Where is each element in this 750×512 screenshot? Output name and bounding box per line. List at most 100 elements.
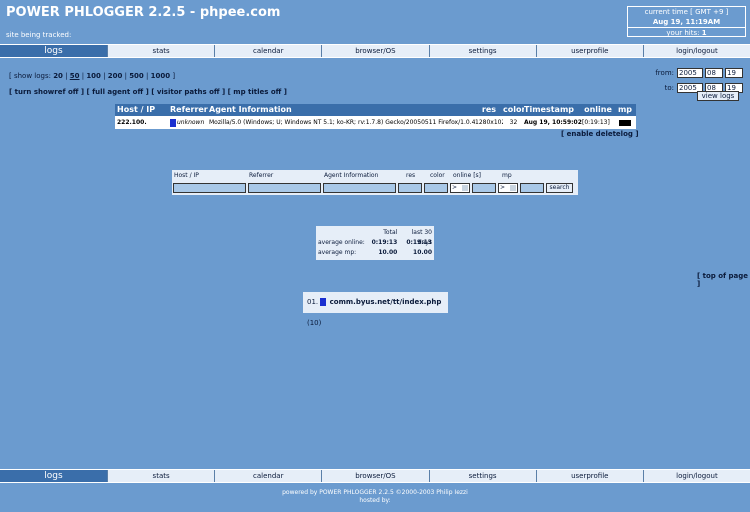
search-form: Host / IP Referrer Agent Information res…	[172, 170, 578, 195]
search-online-label: online [s]	[453, 172, 482, 179]
mp-bar-icon	[619, 119, 631, 126]
toggle-mp-titles[interactable]: [ mp titles off ]	[228, 88, 287, 96]
row-host[interactable]: 222.100.	[115, 116, 170, 129]
tab-stats[interactable]: stats	[108, 470, 216, 482]
avg-mp-30: 10.00	[413, 249, 432, 256]
avg-30-header: last 30 days	[411, 229, 432, 246]
tab-settings[interactable]: settings	[429, 45, 537, 57]
current-time-box: current time [ GMT +9 ] Aug 19, 11:19AM …	[627, 6, 746, 37]
search-mp-label: mp	[502, 172, 512, 179]
search-mp-input[interactable]	[520, 182, 544, 193]
show-logs-200[interactable]: 200	[108, 72, 123, 80]
search-online-operator[interactable]: >	[450, 182, 470, 193]
show-logs-label: [ show logs:	[9, 72, 51, 80]
col-referrer: Referrer	[170, 105, 208, 114]
col-res: res	[481, 105, 497, 114]
show-logs-100[interactable]: 100	[86, 72, 101, 80]
hits-counter: your hits: 1	[628, 27, 745, 38]
avg-mp-label: average mp:	[318, 249, 357, 256]
search-res-input[interactable]	[398, 182, 422, 193]
search-agent-label: Agent Information	[324, 172, 379, 179]
footer-credit: powered by POWER PHLOGGER 2.2.5 ©2000-20…	[282, 489, 468, 496]
from-label: from:	[655, 69, 674, 77]
show-logs-50[interactable]: 50	[70, 72, 80, 80]
row-online: [0:19:13]	[582, 119, 610, 126]
app-title: POWER PHLOGGER 2.2.5 - phpee.com	[6, 5, 281, 20]
col-color: color	[503, 105, 524, 114]
toggle-showref[interactable]: [ turn showref off ]	[9, 88, 84, 96]
view-logs-button[interactable]: view logs	[697, 91, 739, 101]
tab-login-logout[interactable]: login/logout	[643, 470, 750, 482]
from-day-field[interactable]: 19	[725, 68, 743, 78]
toggle-bar: [ turn showref off ] [ full agent off ] …	[9, 88, 287, 96]
current-time-label: current time [ GMT +9 ]	[644, 8, 729, 16]
show-logs-500[interactable]: 500	[129, 72, 144, 80]
tab-logs[interactable]: logs	[0, 470, 108, 482]
footer-hosted: hosted by:	[359, 497, 391, 504]
tab-calendar[interactable]: calendar	[215, 470, 323, 482]
tab-stats[interactable]: stats	[108, 45, 216, 57]
row-agent: Mozilla/5.0 (Windows; U; Windows NT 5.1;…	[209, 119, 475, 126]
col-online: online	[584, 105, 612, 114]
search-mp-operator[interactable]: >	[498, 182, 518, 193]
document-icon	[170, 118, 176, 127]
top-nav: logs stats calendar browser/OS settings …	[0, 44, 750, 58]
show-logs-close: ]	[172, 72, 176, 80]
row-referrer: unknown	[170, 116, 209, 129]
log-table: Host / IP Referrer Agent Information res…	[115, 104, 636, 129]
tab-logs[interactable]: logs	[0, 45, 108, 57]
tab-login-logout[interactable]: login/logout	[643, 45, 750, 57]
url-link[interactable]: comm.byus.net/tt/index.php	[330, 298, 442, 306]
tab-calendar[interactable]: calendar	[215, 45, 323, 57]
from-year-field[interactable]: 2005	[677, 68, 703, 78]
search-color-label: color	[430, 172, 445, 179]
toggle-visitor-paths[interactable]: [ visitor paths off ]	[151, 88, 225, 96]
search-color-input[interactable]	[424, 182, 448, 193]
row-color: 32	[509, 119, 518, 126]
url-rank: 01.	[307, 298, 319, 306]
from-month-field[interactable]: 08	[705, 68, 723, 78]
col-host: Host / IP	[117, 105, 156, 114]
site-tracked-label: site being tracked:	[6, 31, 72, 39]
search-button[interactable]: search	[546, 182, 573, 193]
enable-deletelog-link[interactable]: [ enable deletelog ]	[561, 130, 639, 138]
to-label: to:	[664, 84, 674, 92]
tab-userprofile[interactable]: userprofile	[536, 470, 644, 482]
avg-online-label: average online:	[318, 239, 365, 246]
row-timestamp: Aug 19, 10:59:02	[524, 119, 582, 126]
avg-online-30: 0:19:13	[406, 239, 432, 246]
row-referrer-text: unknown	[177, 119, 205, 126]
search-host-label: Host / IP	[174, 172, 199, 179]
tab-settings[interactable]: settings	[429, 470, 537, 482]
search-agent-input[interactable]	[323, 182, 396, 193]
table-row[interactable]: 222.100. unknown Mozilla/5.0 (Windows; U…	[115, 116, 636, 129]
hits-label: your hits:	[666, 29, 700, 37]
averages-box: Total last 30 days average online: 0:19:…	[316, 226, 434, 260]
search-referrer-label: Referrer	[249, 172, 274, 179]
url-count: (10)	[307, 319, 322, 327]
search-online-input[interactable]	[472, 182, 496, 193]
top-urls-box: 01. comm.byus.net/tt/index.php (10)	[303, 292, 448, 327]
search-host-input[interactable]	[173, 182, 246, 193]
avg-mp-total: 10.00	[378, 249, 398, 256]
row-res: 1280x1024	[475, 119, 503, 126]
tab-browser-os[interactable]: browser/OS	[322, 470, 430, 482]
avg-online-total: 0:19:13	[371, 239, 398, 246]
tab-userprofile[interactable]: userprofile	[536, 45, 644, 57]
top-of-page-link[interactable]: [ top of page ]	[697, 272, 750, 288]
avg-total-header: Total	[383, 229, 398, 236]
col-timestamp: Timestamp	[524, 105, 575, 114]
hits-value: 1	[701, 29, 707, 37]
show-logs-bar: [ show logs: 20 | 50 | 100 | 200 | 500 |…	[9, 72, 176, 80]
bottom-nav: logs stats calendar browser/OS settings …	[0, 469, 750, 483]
toggle-full-agent[interactable]: [ full agent off ]	[87, 88, 149, 96]
tab-browser-os[interactable]: browser/OS	[322, 45, 430, 57]
current-time-value: Aug 19, 11:19AM	[652, 18, 721, 26]
search-referrer-input[interactable]	[248, 182, 321, 193]
row-mp	[614, 116, 636, 129]
document-icon	[320, 298, 327, 306]
show-logs-1000[interactable]: 1000	[151, 72, 170, 80]
col-mp: mp	[617, 105, 633, 114]
show-logs-20[interactable]: 20	[53, 72, 63, 80]
log-table-header: Host / IP Referrer Agent Information res…	[115, 104, 636, 116]
